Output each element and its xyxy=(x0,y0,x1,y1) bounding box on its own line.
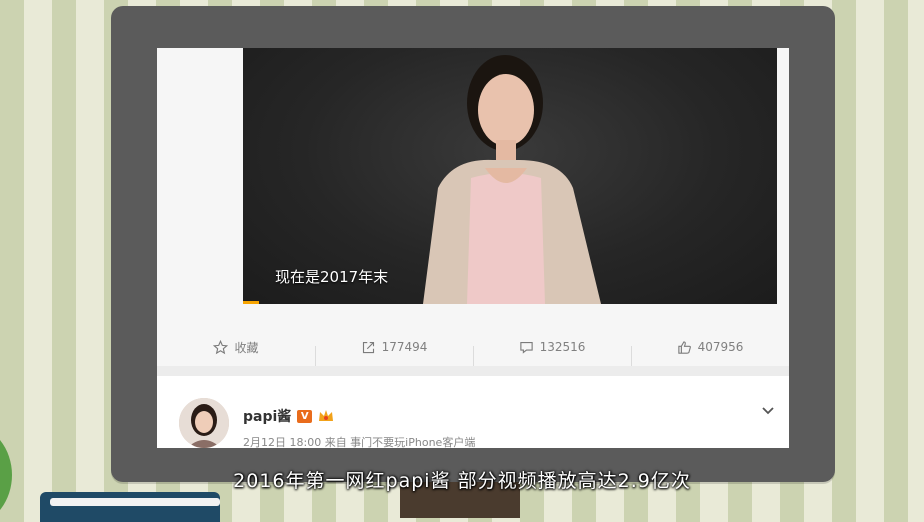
divider xyxy=(157,366,789,376)
video-subtitle: 现在是2017年末 xyxy=(275,268,389,286)
share-icon xyxy=(362,341,374,353)
avatar-image xyxy=(179,398,229,448)
star-icon xyxy=(213,339,229,354)
next-post: papi酱 V 2月12日 18:00 来自 事门不要玩iPhone客户端 xyxy=(157,376,789,448)
post-meta: 2月12日 18:00 来自 事门不要玩iPhone客户端 xyxy=(243,436,476,448)
share-button[interactable]: 177494 xyxy=(315,340,473,366)
favorite-label: 收藏 xyxy=(234,340,259,355)
person-figure xyxy=(423,55,601,304)
username-row: papi酱 V xyxy=(243,406,334,426)
favorite-button[interactable]: 收藏 xyxy=(157,339,315,356)
monitor-frame: 现在是2017年末 收藏 177494 132516 407956 papi酱 … xyxy=(111,6,835,482)
like-count: 407956 xyxy=(697,340,744,354)
username[interactable]: papi酱 xyxy=(243,406,291,426)
thumbs-up-icon xyxy=(677,340,691,354)
video-progress-bar[interactable] xyxy=(243,301,260,304)
chevron-down-icon[interactable] xyxy=(761,404,775,418)
video-player[interactable]: 现在是2017年末 xyxy=(243,48,777,304)
weibo-screen: 现在是2017年末 收藏 177494 132516 407956 papi酱 … xyxy=(157,48,789,448)
comment-button[interactable]: 132516 xyxy=(473,340,631,366)
action-bar: 收藏 177494 132516 407956 xyxy=(157,330,789,366)
like-button[interactable]: 407956 xyxy=(631,340,789,366)
comment-count: 132516 xyxy=(539,340,586,354)
verified-badge: V xyxy=(297,409,313,423)
video-caption: 2016年第一网红papi酱 部分视频播放高达2.9亿次 xyxy=(233,470,691,492)
crown-icon xyxy=(319,410,334,421)
share-count: 177494 xyxy=(381,340,428,354)
comment-icon xyxy=(519,341,533,354)
avatar[interactable] xyxy=(179,398,229,448)
